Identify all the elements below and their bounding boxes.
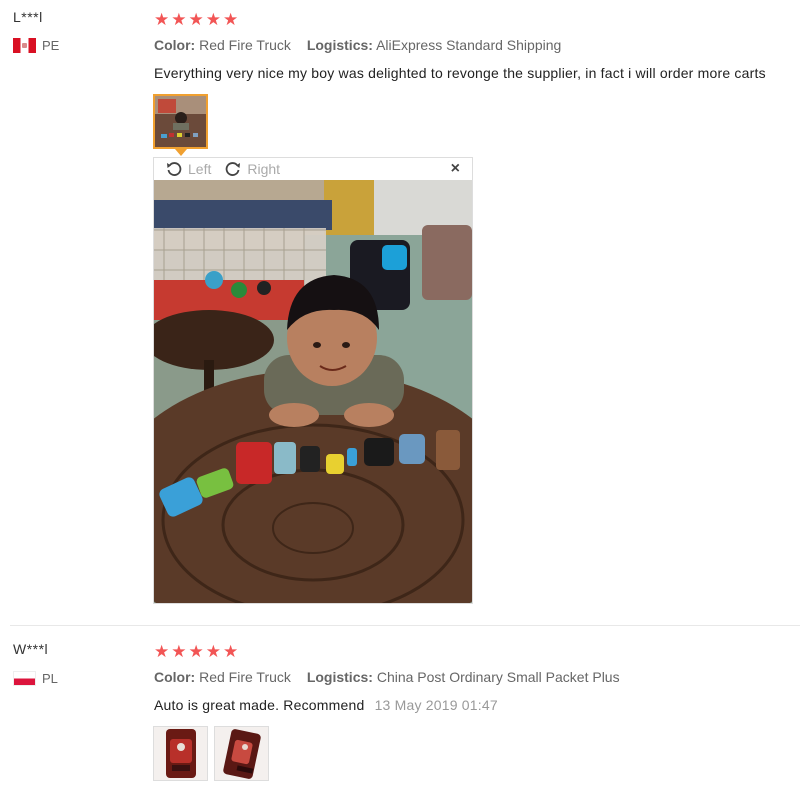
review-photo-thumbnail[interactable]	[214, 726, 269, 781]
buyer-name: L***l	[13, 9, 43, 25]
color-value: Red Fire Truck	[199, 37, 291, 53]
buyer-country: PE	[13, 38, 59, 53]
order-info: Color: Red Fire Truck Logistics: China P…	[154, 669, 632, 685]
rotate-left-icon	[167, 162, 182, 176]
review-date: 13 May 2019 01:47	[374, 697, 498, 713]
country-code: PL	[42, 671, 58, 686]
rotate-left-button[interactable]: Left	[166, 161, 211, 177]
rotate-left-label: Left	[188, 161, 212, 177]
order-info: Color: Red Fire Truck Logistics: AliExpr…	[154, 37, 573, 53]
logistics-value: AliExpress Standard Shipping	[376, 37, 562, 53]
rotate-right-label: Right	[247, 161, 281, 177]
review-photo-thumbnail[interactable]	[153, 94, 208, 149]
review-photo-thumbnail[interactable]	[153, 726, 208, 781]
rating-stars: ★★★★★	[154, 10, 241, 29]
logistics-label: Logistics:	[306, 37, 373, 53]
buyer-name: W***l	[13, 641, 49, 657]
review-text-row: Auto is great made. Recommend 13 May 201…	[154, 697, 498, 713]
country-code: PE	[42, 38, 60, 53]
color-label: Color:	[154, 669, 196, 685]
review-divider	[10, 625, 800, 626]
review-photo	[154, 180, 472, 603]
review-text: Auto is great made. Recommend	[154, 697, 365, 713]
rotate-right-icon	[226, 162, 241, 176]
review-item: L***l PE ★★★★★ Color: Red Fire Truck Log…	[0, 0, 800, 622]
rating-stars: ★★★★★	[154, 642, 241, 661]
color-label: Color:	[154, 37, 196, 53]
logistics-value: China Post Ordinary Small Packet Plus	[376, 669, 620, 685]
flag-pe-icon	[13, 38, 36, 53]
thumbnail-pointer	[175, 149, 187, 156]
color-value: Red Fire Truck	[199, 669, 291, 685]
logistics-label: Logistics:	[306, 669, 373, 685]
viewer-toolbar: Left Right ×	[154, 158, 472, 180]
close-icon[interactable]: ×	[451, 160, 460, 178]
buyer-country: PL	[13, 671, 58, 686]
review-item: W***l PL ★★★★★ Color: Red Fire Truck Log…	[0, 632, 800, 800]
review-text: Everything very nice my boy was delighte…	[154, 65, 766, 81]
flag-pl-icon	[13, 671, 36, 686]
photo-viewer: Left Right ×	[153, 157, 473, 604]
rotate-right-button[interactable]: Right	[225, 161, 280, 177]
